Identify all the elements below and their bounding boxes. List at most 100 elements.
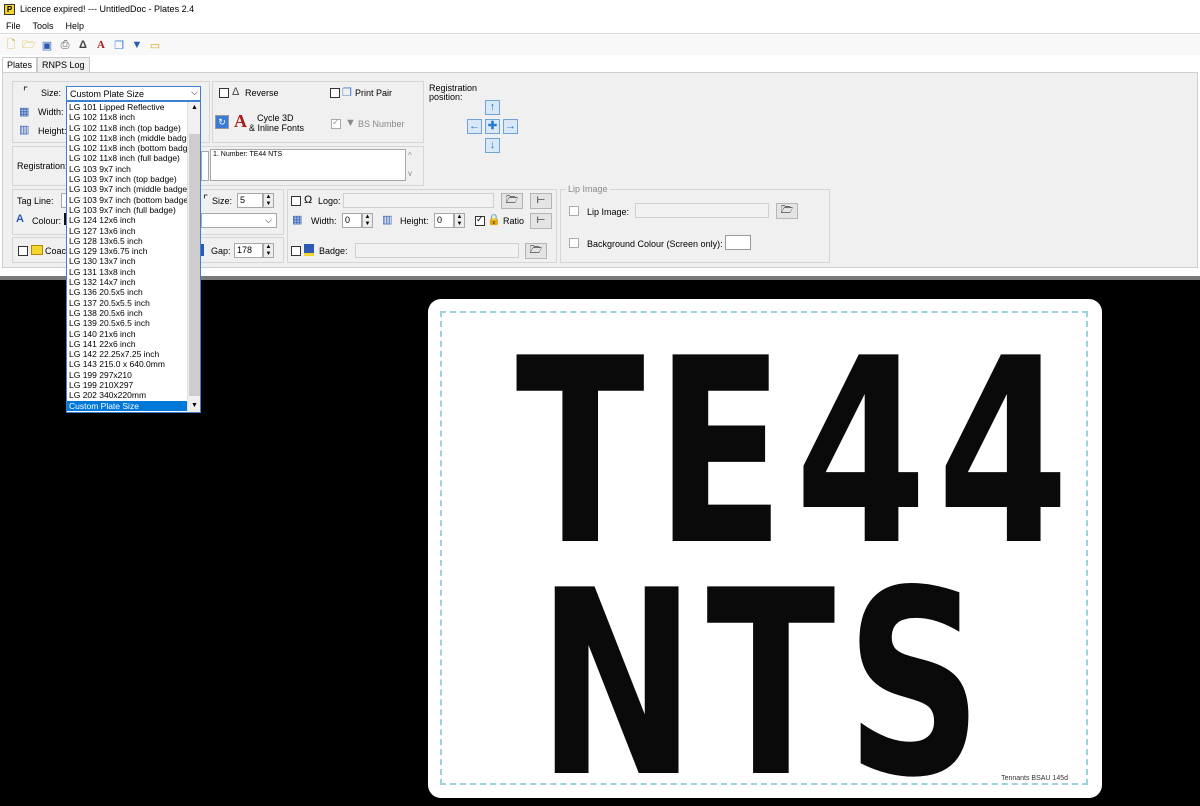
scroll-up-icon[interactable]: ▲ [188, 102, 200, 114]
background-colour-swatch[interactable] [725, 235, 751, 250]
move-right-button[interactable]: → [503, 119, 518, 134]
lip-image-label: Lip Image: [587, 207, 630, 217]
tagline-size-spinner[interactable]: ▲ ▼ [263, 193, 274, 208]
registration-list-item[interactable]: 1. Number: TE44 NTS [213, 151, 282, 158]
cycle-3d-button[interactable]: ↻ [215, 115, 229, 129]
scroll-down-icon[interactable]: ▼ [188, 400, 200, 412]
logo-height-input[interactable]: 0 [434, 213, 454, 228]
dropdown-option[interactable]: LG 137 20.5x5.5 inch [67, 298, 187, 308]
registration-input[interactable] [201, 151, 209, 181]
copy-icon[interactable]: ❐ [112, 38, 126, 52]
size-combo[interactable]: Custom Plate Size ⌵ [66, 86, 201, 101]
dropdown-option[interactable]: LG 102 11x8 inch (top badge) [67, 123, 187, 133]
dropdown-option[interactable]: LG 199 297x210 [67, 370, 187, 380]
logo-align-button-2[interactable]: ⊢ [530, 213, 552, 229]
dropdown-option[interactable]: LG 143 215.0 x 640.0mm [67, 359, 187, 369]
tagline-size-label: Size: [212, 196, 233, 206]
background-colour-checkbox[interactable] [569, 238, 579, 248]
dropdown-option[interactable]: LG 142 22.25x7.25 inch [67, 349, 187, 359]
move-up-button[interactable]: ↑ [485, 100, 500, 115]
tagline-font-combo-arrow[interactable]: ⌵ [265, 215, 272, 226]
new-document-icon[interactable]: 🗋 [4, 38, 18, 52]
logo-width-input[interactable]: 0 [342, 213, 362, 228]
tagline-label: Tag Line: [17, 196, 54, 206]
registration-label: Registration: [17, 161, 68, 171]
dropdown-option[interactable]: LG 140 21x6 inch [67, 329, 187, 339]
logo-align-button[interactable]: ⊢ [530, 193, 552, 209]
dropdown-option[interactable]: LG 102 11x8 inch (middle badge) [67, 133, 187, 143]
badge-browse-button[interactable]: 🗁 [525, 243, 547, 259]
gap-spinner[interactable]: ▲ ▼ [263, 243, 274, 258]
badge-icon[interactable]: ▭ [148, 38, 162, 52]
reverse-checkbox[interactable] [219, 88, 229, 98]
text-style-icon[interactable]: Δ [76, 38, 90, 52]
cycle-3d-line1: Cycle 3D [257, 113, 294, 123]
lip-image-group [560, 189, 830, 263]
lip-image-browse-button[interactable]: 🗁 [776, 203, 798, 219]
save-icon[interactable]: ▣ [40, 38, 54, 52]
dropdown-option[interactable]: Custom Plate Size [67, 400, 187, 411]
scrollbar-thumb[interactable] [189, 134, 200, 396]
filter-icon[interactable]: ▼ [130, 38, 144, 52]
dropdown-option[interactable]: LG 138 20.5x6 inch [67, 308, 187, 318]
dropdown-option[interactable]: LG 199 210X297 [67, 380, 187, 390]
dropdown-option[interactable]: LG 131 13x8 inch [67, 267, 187, 277]
width-label: Width: [38, 107, 64, 117]
dropdown-option[interactable]: LG 124 12x6 inch [67, 215, 187, 225]
dropdown-option[interactable]: LG 129 13x6.75 inch [67, 246, 187, 256]
menu-help[interactable]: Help [66, 21, 85, 31]
logo-browse-button[interactable]: 🗁 [501, 193, 523, 209]
dropdown-option[interactable]: LG 102 11x8 inch (full badge) [67, 153, 187, 163]
dropdown-option[interactable]: LG 103 9x7 inch (bottom badge) [67, 195, 187, 205]
registration-scroll-down[interactable]: v [408, 169, 412, 178]
size-dropdown-list[interactable]: LG 101 Lipped Reflective LG 102 11x8 inch… [66, 101, 201, 413]
dropdown-option[interactable]: LG 103 9x7 inch (full badge) [67, 205, 187, 215]
registration-scroll-up[interactable]: ^ [408, 151, 412, 160]
logo-path-input[interactable] [343, 193, 494, 208]
badge-checkbox[interactable] [291, 246, 301, 256]
print-pair-label: Print Pair [355, 88, 393, 98]
bs-number-checkbox[interactable] [331, 117, 341, 129]
chevron-down-icon[interactable]: ⌵ [191, 87, 198, 98]
menu-file[interactable]: File [6, 21, 21, 31]
dropdown-option[interactable]: LG 103 9x7 inch [67, 164, 187, 174]
dropdown-option[interactable]: LG 128 13x6.5 inch [67, 236, 187, 246]
dropdown-option[interactable]: LG 101 Lipped Reflective [67, 102, 187, 112]
move-center-button[interactable]: ✚ [485, 119, 500, 134]
tagline-size-icon: ⌜ [203, 194, 209, 206]
badge-path-input[interactable] [355, 243, 519, 258]
tab-plates[interactable]: Plates [2, 57, 38, 73]
dropdown-option[interactable]: LG 202 340x220mm [67, 390, 187, 400]
move-down-button[interactable]: ↓ [485, 138, 500, 153]
font-icon[interactable]: A [94, 38, 108, 52]
logo-checkbox[interactable] [291, 196, 301, 206]
registration-list[interactable]: 1. Number: TE44 NTS [210, 149, 406, 181]
tagline-size-input[interactable]: 5 [237, 193, 263, 208]
move-left-button[interactable]: ← [467, 119, 482, 134]
dropdown-option[interactable]: LG 141 22x6 inch [67, 339, 187, 349]
open-folder-icon[interactable]: 🗁 [22, 38, 36, 52]
lip-image-checkbox[interactable] [569, 206, 579, 216]
title-bar: P Licence expired! --- UntitledDoc - Pla… [0, 0, 1200, 18]
dropdown-option[interactable]: LG 136 20.5x5 inch [67, 287, 187, 297]
logo-width-spinner[interactable]: ▲ ▼ [362, 213, 373, 228]
dropdown-option[interactable]: LG 103 9x7 inch (top badge) [67, 174, 187, 184]
lip-image-path-input[interactable] [635, 203, 769, 218]
print-pair-checkbox[interactable] [330, 88, 340, 98]
dropdown-option[interactable]: LG 130 13x7 inch [67, 256, 187, 266]
logo-height-spinner[interactable]: ▲ ▼ [454, 213, 465, 228]
ratio-checkbox[interactable] [475, 214, 485, 226]
dropdown-option[interactable]: LG 127 13x6 inch [67, 226, 187, 236]
dropdown-option[interactable]: LG 102 11x8 inch (bottom badge) [67, 143, 187, 153]
dropdown-option[interactable]: LG 102 11x8 inch [67, 112, 187, 122]
dropdown-scrollbar[interactable]: ▲ ▼ [187, 102, 200, 412]
dropdown-option[interactable]: LG 139 20.5x6.5 inch [67, 318, 187, 328]
dropdown-option[interactable]: LG 103 9x7 inch (middle badge) [67, 184, 187, 194]
print-icon[interactable]: ⎙ [58, 38, 72, 52]
gap-input[interactable]: 178 [234, 243, 263, 258]
menu-tools[interactable]: Tools [33, 21, 54, 31]
height-icon: ▥ [19, 124, 30, 136]
dropdown-option[interactable]: LG 132 14x7 inch [67, 277, 187, 287]
coach-checkbox[interactable] [18, 246, 28, 256]
tab-rnps-log[interactable]: RNPS Log [37, 57, 90, 73]
